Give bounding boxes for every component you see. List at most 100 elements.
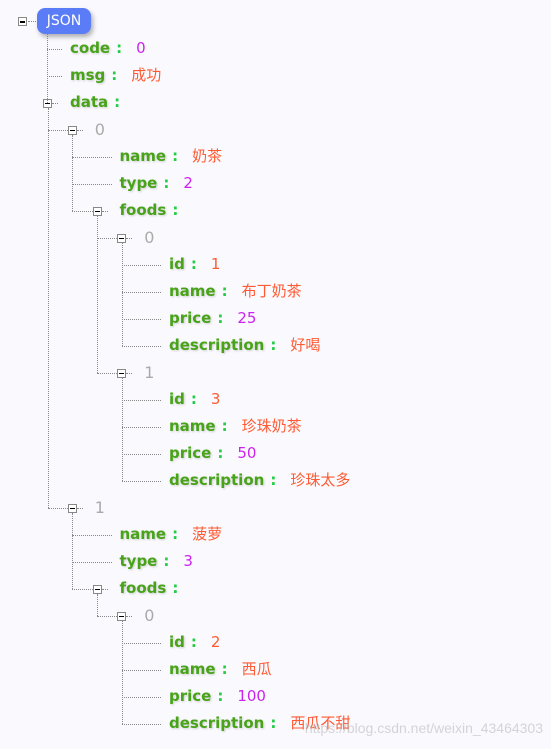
key-value-row: id:3 [169,386,220,413]
json-key: name [169,282,216,300]
json-key: type [119,552,158,570]
array-index: 0 [144,228,155,247]
key-colon: : [116,39,123,57]
key-colon: : [270,336,277,354]
tree-guide-line [121,620,123,724]
array-item-node: 0 [144,224,154,251]
key-colon: : [172,525,179,543]
key-colon: : [270,471,277,489]
key-value-row: id:1 [169,251,220,278]
json-key: id [169,633,185,651]
tree-connector [121,453,161,455]
array-index: 1 [94,498,105,517]
key-colon: : [270,714,277,732]
tree-connector [121,345,161,347]
tree-connector [121,291,161,293]
json-value: 西瓜 [241,660,272,678]
array-index: 1 [144,363,155,382]
collapse-toggle[interactable] [67,503,77,513]
tree-connector [121,642,161,644]
json-key: type [119,174,158,192]
tree-connector [126,372,133,374]
json-key: price [169,687,212,705]
key-colon: : [221,660,228,678]
tree-connector [121,669,161,671]
tree-guide-line [72,134,74,211]
key-colon: : [163,174,170,192]
key-value-row: price:25 [169,305,256,332]
json-key: name [119,525,167,543]
collapse-toggle[interactable] [92,584,102,594]
json-value: 50 [237,444,257,462]
json-key: code [70,39,111,57]
json-key: foods [119,201,167,219]
tree-guide-line [47,107,49,508]
tree-connector [101,210,108,212]
tree-connector [72,183,112,185]
collapse-toggle[interactable] [117,611,127,621]
json-key: name [119,147,167,165]
tree-guide-line [97,215,98,373]
json-key: price [169,309,212,327]
json-key: name [169,417,216,435]
array-index: 0 [94,120,105,139]
tree-connector [126,615,133,617]
json-value: 奶茶 [192,147,223,165]
key-colon: : [217,444,224,462]
key-colon: : [190,390,197,408]
tree-connector [76,129,83,131]
key-value-row: msg: 成功 [70,62,161,89]
json-key: id [169,390,185,408]
json-value: 100 [237,687,266,705]
collapse-toggle[interactable] [117,233,127,243]
tree-guide-line [47,34,48,103]
collapse-toggle[interactable] [117,368,127,378]
key-colon: : [172,147,179,165]
object-key-node: foods: [120,197,193,224]
tree-connector [126,237,133,239]
key-value-row: type:3 [120,548,193,575]
json-value: 菠萝 [192,525,223,543]
tree-guide-line [72,512,74,589]
tree-connector [121,723,161,725]
json-value: 2 [183,174,193,192]
key-colon: : [163,552,170,570]
json-value: 好喝 [290,336,321,354]
json-key: name [169,660,216,678]
tree-connector [72,156,112,158]
json-key: foods [119,579,167,597]
key-colon: : [190,633,197,651]
json-key: id [169,255,185,273]
json-key: description [169,714,265,732]
tree-connector [121,426,161,428]
collapse-toggle[interactable] [92,206,102,216]
json-value: 成功 [131,66,162,84]
json-key: description [169,471,265,489]
key-colon: : [172,201,179,219]
key-colon: : [172,579,179,597]
key-value-row: type:2 [120,170,193,197]
key-colon: : [190,255,197,273]
root-node-badge[interactable]: JSON [37,8,91,34]
key-value-row: price:50 [169,440,256,467]
key-value-row: id:2 [169,629,220,656]
tree-guide-line [121,242,123,346]
root-collapse-toggle[interactable] [18,17,27,26]
json-value: 2 [210,633,221,651]
watermark: https://blog.csdn.net/weixin_43464303 [304,720,543,736]
key-colon: : [221,282,228,300]
tree-connector [47,75,62,77]
tree-connector [52,102,58,104]
tree-guide-line [121,377,123,481]
tree-connector [121,264,161,266]
array-item-node: 0 [144,602,154,629]
json-key: data [70,93,109,111]
tree-connector [121,399,161,401]
key-value-row: name: 奶茶 [120,143,223,170]
json-key: price [169,444,212,462]
tree-connector [72,588,93,590]
key-value-row: description: 好喝 [169,332,320,359]
array-item-node: 1 [144,359,154,386]
key-value-row: name: 西瓜 [169,656,272,683]
collapse-toggle[interactable] [67,125,77,135]
